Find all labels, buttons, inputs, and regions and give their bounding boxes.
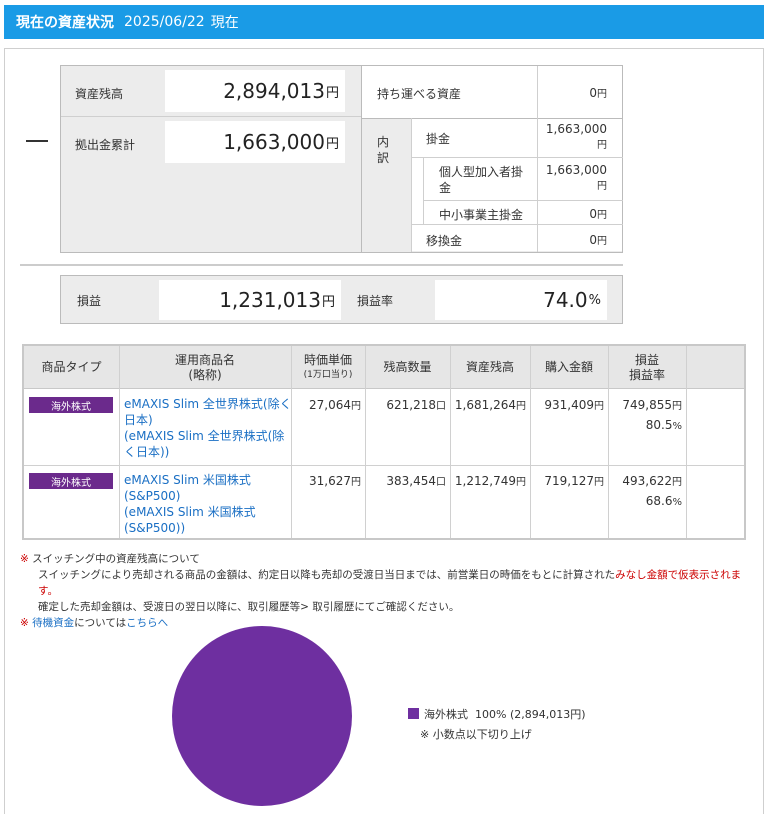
transfer-label: 移換金	[426, 234, 463, 248]
profit-rate-label: 損益率	[357, 294, 394, 308]
product-type-badge: 海外株式	[29, 473, 113, 489]
holdings-table: 商品タイプ 運用商品名 (略称) 時価単価 (1万口当り) 残高数量 資産残高 購入…	[22, 344, 746, 540]
switching-note-title: ※ スイッチング中の資産残高について	[20, 553, 200, 565]
contribution-label: 掛金	[426, 132, 451, 146]
profit-value: 1,231,013 円	[159, 280, 341, 320]
col-header-purchase: 購入金額	[544, 360, 593, 374]
product-name-link[interactable]: eMAXIS Slim 全世界株式(除く日本) (eMAXIS Slim 全世界株…	[124, 396, 292, 460]
transfer-value: 0円	[589, 233, 607, 247]
pie-slice-海外株式	[172, 626, 352, 806]
notes: ※ スイッチング中の資産残高について スイッチングにより売却される商品の金額は、…	[20, 551, 750, 631]
col-header-qty: 残高数量	[383, 360, 432, 374]
standby-funds-note: ※ 待機資金についてはこちらへ	[20, 617, 169, 629]
asset-balance: 1,212,749円	[454, 474, 526, 488]
portable-assets-value: 0円	[589, 86, 607, 100]
here-link[interactable]: こちらへ	[126, 617, 168, 629]
switching-note-line2: 確定した売却金額は、受渡日の翌日以降に、取引履歴等> 取引履歴にてご確認ください…	[38, 601, 460, 613]
col-header-name: 運用商品名 (略称)	[174, 352, 235, 382]
legend-item: 海外株式 100% (2,894,013円)	[408, 706, 586, 722]
as-of-date: 2025/06/22	[124, 14, 205, 30]
holding-qty: 621,218口	[386, 398, 446, 412]
individual-contribution-label: 個人型加入者掛金	[439, 165, 524, 195]
product-name-link[interactable]: eMAXIS Slim 米国株式(S&P500) (eMAXIS Slim 米国株…	[124, 472, 292, 536]
asset-balance-label: 資産残高	[75, 87, 124, 101]
product-type-badge: 海外株式	[29, 397, 113, 413]
purchase-amount: 931,409円	[544, 398, 604, 412]
profit-loss: 749,855円 80.5%	[622, 398, 682, 432]
asset-balance-value: 2,894,013 円	[165, 70, 345, 112]
section-divider	[20, 264, 623, 266]
col-header-type: 商品タイプ	[41, 360, 102, 374]
asset-balance: 1,681,264円	[454, 398, 526, 412]
contribution-total-label: 拠出金累計	[75, 138, 136, 152]
legend-swatch	[408, 708, 419, 719]
rounding-note: ※ 小数点以下切り上げ	[420, 728, 532, 741]
asset-summary: 資産残高 2,894,013 円 拠出金累計 1,663,000 円 持ち運べる資産…	[60, 65, 623, 253]
profit-summary: 損益 1,231,013 円 損益率 74.0%	[60, 275, 623, 324]
individual-contribution-value: 1,663,000 円	[545, 163, 607, 192]
unit-price: 27,064円	[309, 398, 361, 412]
switching-note-line1: スイッチングにより売却される商品の金額は、約定日以降も売却の受渡日当日までは、前…	[38, 569, 742, 597]
profit-rate-value: 74.0%	[435, 280, 607, 320]
page-header: 現在の資産状況 2025/06/22 現在	[4, 5, 764, 39]
portable-assets-label: 持ち運べる資産	[377, 87, 462, 101]
collapse-toggle-icon[interactable]	[26, 140, 48, 142]
sme-contribution-value: 0円	[589, 207, 607, 221]
profit-label: 損益	[77, 294, 102, 308]
holding-qty: 383,454口	[386, 474, 446, 488]
contribution-total-value: 1,663,000 円	[165, 121, 345, 163]
col-header-price: 時価単価 (1万口当り)	[303, 352, 353, 380]
profit-loss: 493,622円 68.6%	[622, 474, 682, 508]
purchase-amount: 719,127円	[544, 474, 604, 488]
col-header-balance: 資産残高	[465, 360, 514, 374]
standby-funds-link[interactable]: 待機資金	[32, 617, 74, 629]
allocation-pie-chart	[172, 626, 352, 806]
chart-legend: 海外株式 100% (2,894,013円) ※ 小数点以下切り上げ	[408, 706, 586, 742]
col-header-pl: 損益 損益率	[628, 352, 665, 382]
unit-price: 31,627円	[309, 474, 361, 488]
page-title: 現在の資産状況	[16, 15, 114, 31]
breakdown-label: 内 訳	[377, 135, 390, 165]
sme-contribution-label: 中小事業主掛金	[439, 208, 524, 222]
contribution-value: 1,663,000 円	[545, 122, 607, 151]
as-of-suffix: 現在	[210, 15, 239, 31]
